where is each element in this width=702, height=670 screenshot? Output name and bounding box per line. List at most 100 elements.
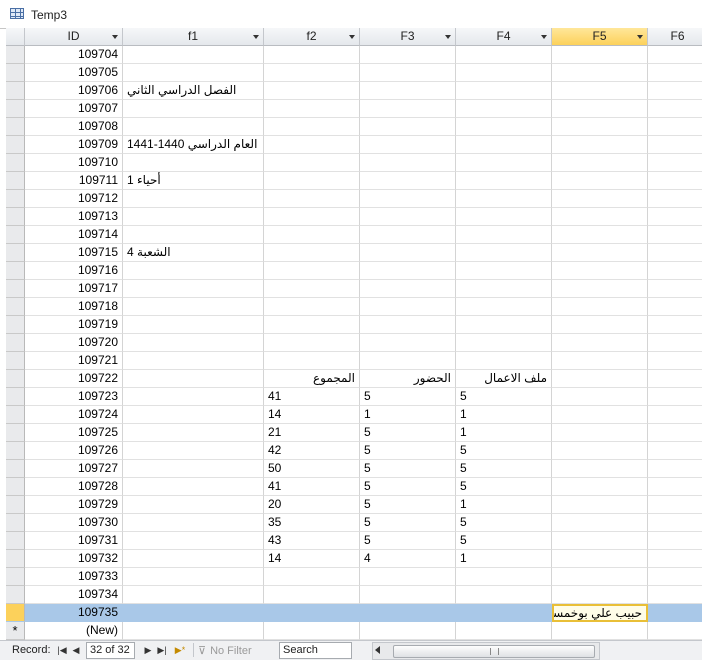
cell-f6[interactable] bbox=[648, 316, 702, 334]
table-row[interactable]: 109705 bbox=[6, 64, 702, 82]
horizontal-scrollbar[interactable] bbox=[372, 642, 600, 660]
cell-f3[interactable] bbox=[360, 334, 456, 352]
cell-f4[interactable] bbox=[456, 604, 552, 622]
table-row[interactable]: 109726 42 5 5 bbox=[6, 442, 702, 460]
cell-f5[interactable] bbox=[552, 136, 648, 154]
row-selector[interactable] bbox=[6, 550, 25, 568]
cell-f5[interactable] bbox=[552, 46, 648, 64]
cell-f4[interactable] bbox=[456, 352, 552, 370]
cell-f5[interactable] bbox=[552, 190, 648, 208]
table-row[interactable]: 109716 bbox=[6, 262, 702, 280]
chevron-down-icon[interactable] bbox=[445, 35, 451, 39]
cell-f2[interactable]: 43 bbox=[264, 532, 360, 550]
cell-f6[interactable] bbox=[648, 262, 702, 280]
row-selector[interactable] bbox=[6, 352, 25, 370]
chevron-down-icon[interactable] bbox=[637, 35, 643, 39]
row-selector[interactable] bbox=[6, 82, 25, 100]
cell-f4[interactable]: 1 bbox=[456, 406, 552, 424]
cell-f6[interactable] bbox=[648, 82, 702, 100]
cell-f3[interactable]: 5 bbox=[360, 424, 456, 442]
cell-f6[interactable] bbox=[648, 586, 702, 604]
cell-f6[interactable] bbox=[648, 226, 702, 244]
cell-f1[interactable] bbox=[123, 100, 264, 118]
cell-f5[interactable] bbox=[552, 568, 648, 586]
table-row[interactable]: 109707 bbox=[6, 100, 702, 118]
cell-f2[interactable]: 21 bbox=[264, 424, 360, 442]
cell-id[interactable]: 109717 bbox=[25, 280, 123, 298]
cell-f3[interactable] bbox=[360, 100, 456, 118]
table-row[interactable]: 109713 bbox=[6, 208, 702, 226]
cell-id[interactable]: 109729 bbox=[25, 496, 123, 514]
cell-id[interactable]: 109707 bbox=[25, 100, 123, 118]
table-row[interactable]: 109715 الشعبة 4 bbox=[6, 244, 702, 262]
table-row[interactable]: 109725 21 5 1 bbox=[6, 424, 702, 442]
cell-f5[interactable] bbox=[552, 424, 648, 442]
cell-id[interactable]: 109721 bbox=[25, 352, 123, 370]
cell-f4[interactable]: 1 bbox=[456, 424, 552, 442]
cell-f3[interactable] bbox=[360, 298, 456, 316]
cell-f6[interactable] bbox=[648, 334, 702, 352]
scroll-left-icon[interactable] bbox=[375, 646, 380, 654]
row-selector[interactable] bbox=[6, 154, 25, 172]
cell-f6[interactable] bbox=[648, 46, 702, 64]
row-selector[interactable] bbox=[6, 496, 25, 514]
cell-f5[interactable] bbox=[552, 154, 648, 172]
current-record-field[interactable]: 32 of 32 bbox=[86, 642, 135, 659]
cell-f4[interactable] bbox=[456, 280, 552, 298]
cell-f4[interactable] bbox=[456, 172, 552, 190]
cell-f5[interactable] bbox=[552, 478, 648, 496]
row-selector[interactable] bbox=[6, 406, 25, 424]
cell-f2[interactable] bbox=[264, 118, 360, 136]
cell-f6[interactable] bbox=[648, 478, 702, 496]
cell-f1[interactable] bbox=[123, 118, 264, 136]
cell-id[interactable]: 109705 bbox=[25, 64, 123, 82]
cell-f6[interactable] bbox=[648, 100, 702, 118]
cell-f2[interactable]: 14 bbox=[264, 550, 360, 568]
row-selector[interactable] bbox=[6, 298, 25, 316]
cell-f2[interactable] bbox=[264, 262, 360, 280]
cell-f2[interactable] bbox=[264, 82, 360, 100]
cell-f1[interactable] bbox=[123, 316, 264, 334]
table-row[interactable]: 109729 20 5 1 bbox=[6, 496, 702, 514]
cell-f1[interactable]: العام الدراسي 1440-1441 bbox=[123, 136, 264, 154]
cell-id[interactable]: 109712 bbox=[25, 190, 123, 208]
cell-id[interactable]: 109734 bbox=[25, 586, 123, 604]
table-row[interactable]: 109723 41 5 5 bbox=[6, 388, 702, 406]
cell-id[interactable]: 109708 bbox=[25, 118, 123, 136]
cell-f2[interactable] bbox=[264, 64, 360, 82]
cell-f5[interactable] bbox=[552, 226, 648, 244]
cell-f2[interactable]: 42 bbox=[264, 442, 360, 460]
filter-indicator[interactable]: ⊽ No Filter bbox=[198, 643, 270, 659]
cell-f6[interactable] bbox=[648, 136, 702, 154]
cell-f5[interactable] bbox=[552, 316, 648, 334]
cell-f1[interactable] bbox=[123, 532, 264, 550]
cell-f1[interactable] bbox=[123, 370, 264, 388]
new-record-cell[interactable] bbox=[264, 622, 360, 640]
cell-f2[interactable]: 14 bbox=[264, 406, 360, 424]
cell-f5[interactable] bbox=[552, 334, 648, 352]
cell-f3[interactable]: 5 bbox=[360, 442, 456, 460]
cell-f5[interactable] bbox=[552, 370, 648, 388]
document-tab[interactable]: Temp3 bbox=[0, 0, 702, 29]
cell-id[interactable]: 109727 bbox=[25, 460, 123, 478]
row-selector[interactable] bbox=[6, 100, 25, 118]
cell-f6[interactable] bbox=[648, 496, 702, 514]
cell-f2[interactable] bbox=[264, 46, 360, 64]
cell-f2[interactable] bbox=[264, 100, 360, 118]
cell-f1[interactable] bbox=[123, 46, 264, 64]
cell-id[interactable]: 109731 bbox=[25, 532, 123, 550]
cell-f4[interactable]: 1 bbox=[456, 550, 552, 568]
cell-f5[interactable] bbox=[552, 280, 648, 298]
cell-f4[interactable]: 5 bbox=[456, 532, 552, 550]
cell-f1[interactable] bbox=[123, 424, 264, 442]
table-row[interactable]: 109717 bbox=[6, 280, 702, 298]
cell-f1[interactable] bbox=[123, 496, 264, 514]
cell-f5[interactable] bbox=[552, 298, 648, 316]
table-row[interactable]: 109704 bbox=[6, 46, 702, 64]
cell-f6[interactable] bbox=[648, 568, 702, 586]
table-row[interactable]: 109727 50 5 5 bbox=[6, 460, 702, 478]
cell-f3[interactable] bbox=[360, 280, 456, 298]
table-row[interactable]: 109733 bbox=[6, 568, 702, 586]
table-row[interactable]: 109721 bbox=[6, 352, 702, 370]
cell-f1[interactable] bbox=[123, 262, 264, 280]
